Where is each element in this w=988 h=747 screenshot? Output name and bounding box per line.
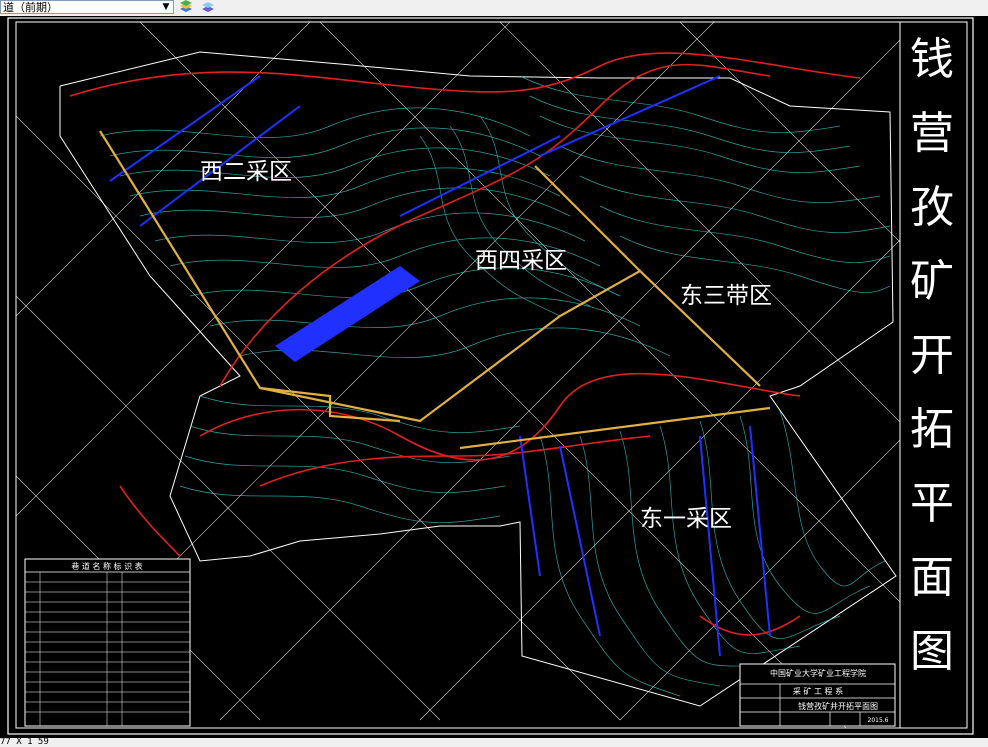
title-char-5: 开 — [910, 330, 954, 381]
zone-label-west-four: 西四采区 — [475, 248, 567, 274]
coal-pillar-block — [275, 266, 420, 362]
roadway-legend-table: 巷 道 名 称 标 识 表 — [24, 558, 191, 727]
title-char-1: 钱 — [910, 34, 954, 85]
title-char-9: 图 — [910, 626, 954, 677]
title-char-6: 拓 — [910, 404, 954, 455]
department-name: 采 矿 工 程 系 — [793, 686, 843, 696]
cursor-coordinates: 77 X 1 59 — [0, 737, 49, 747]
layer-dropdown[interactable]: 道（前期） ▼ — [0, 0, 174, 14]
drawing-date: 2015.6 — [868, 717, 889, 724]
title-char-8: 面 — [910, 552, 954, 603]
title-char-7: 平 — [910, 478, 954, 529]
title-char-2: 营 — [910, 108, 954, 159]
drawing-name: 钱营孜矿井开拓平面图 — [798, 701, 878, 711]
university-name: 中国矿业大学矿业工程学院 — [770, 668, 866, 678]
layer-stack-icon[interactable] — [178, 0, 194, 14]
drawing-title-block: 中国矿业大学矿业工程学院 采 矿 工 程 系 钱营孜矿井开拓平面图 2015.6 — [739, 663, 896, 727]
top-toolbar: 道（前期） ▼ — [0, 0, 988, 17]
status-bar: 77 X 1 59 — [0, 738, 988, 747]
title-char-3: 孜 — [910, 182, 954, 233]
zone-label-east-one: 东一采区 — [640, 506, 732, 532]
layers-icon[interactable] — [200, 0, 216, 14]
cad-drawing-canvas[interactable]: 西二采区 西四采区 东三带区 东一采区 钱 营 孜 矿 开 拓 平 面 图 巷 … — [0, 16, 988, 738]
zone-label-west-two: 西二采区 — [200, 159, 292, 185]
chevron-down-icon[interactable]: ▼ — [160, 1, 172, 13]
legend-title: 巷 道 名 称 标 识 表 — [71, 561, 142, 571]
layer-dropdown-value: 道（前期） — [3, 1, 58, 14]
title-char-4: 矿 — [910, 256, 954, 307]
zone-label-east-three: 东三带区 — [680, 283, 772, 309]
